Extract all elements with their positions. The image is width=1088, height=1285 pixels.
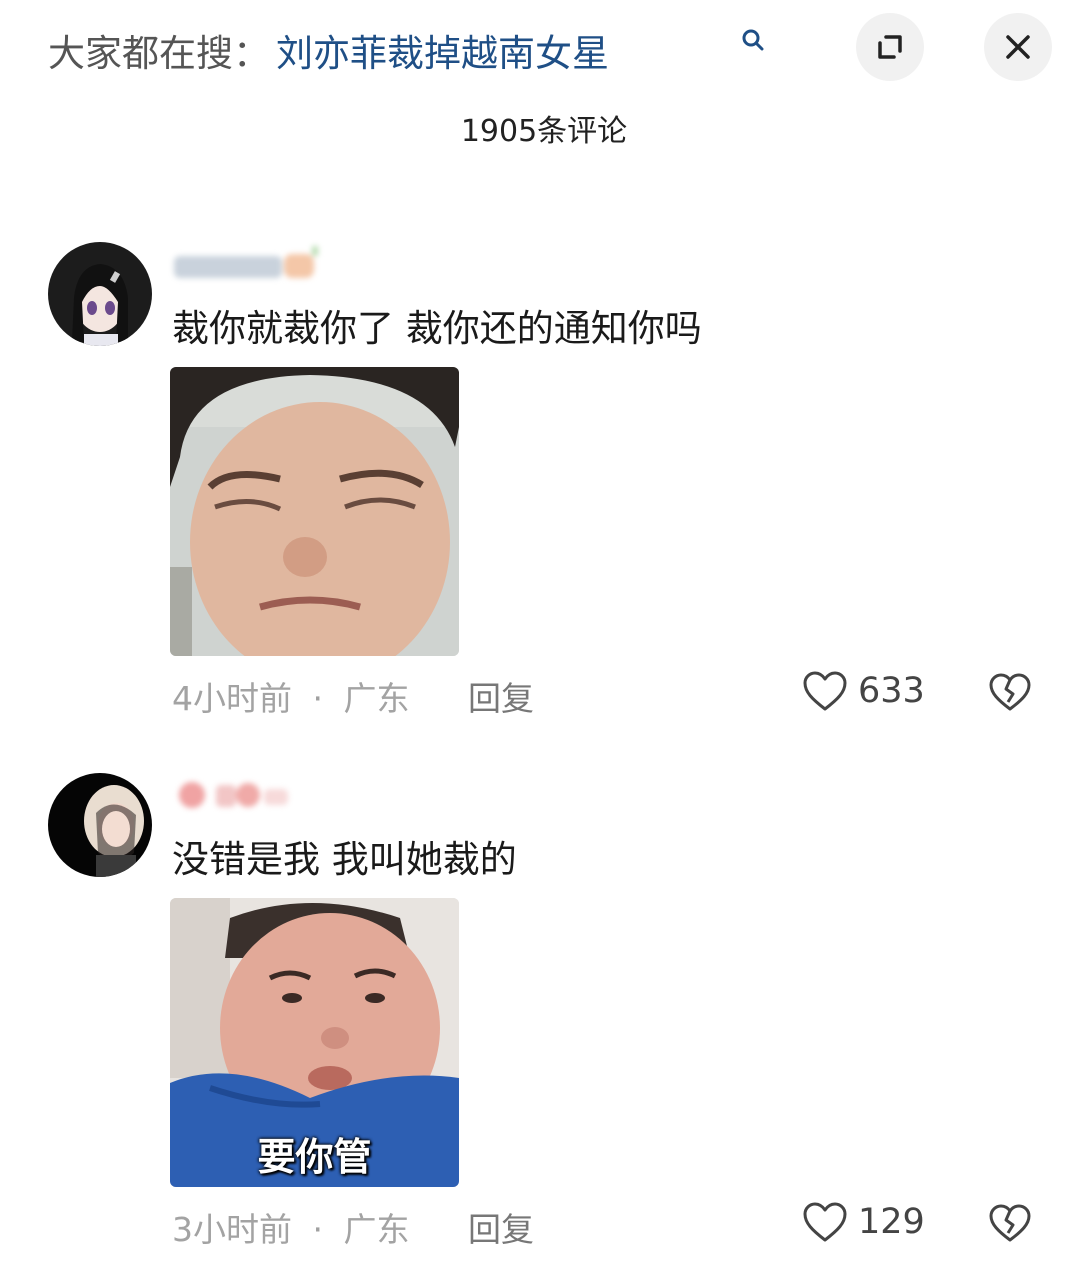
username-redacted bbox=[172, 773, 382, 813]
sticker-caption: 要你管 bbox=[257, 1135, 372, 1179]
heart-outline-icon bbox=[803, 671, 847, 711]
meta-separator: · bbox=[312, 1210, 324, 1249]
trending-search-bar[interactable]: 大家都在搜： 刘亦菲裁掉越南女星 bbox=[48, 22, 609, 78]
dislike-button[interactable] bbox=[988, 1203, 1032, 1247]
comment-meta: 3小时前 · 广东 回复 bbox=[172, 1203, 534, 1251]
expand-icon bbox=[878, 35, 902, 59]
dislike-button[interactable] bbox=[988, 672, 1032, 716]
heart-outline-icon bbox=[803, 1202, 847, 1242]
like-button[interactable]: 129 bbox=[802, 1201, 925, 1243]
comment-text: 裁你就裁你了 裁你还的通知你吗 bbox=[172, 307, 702, 350]
trending-search-prefix: 大家都在搜： bbox=[48, 32, 270, 75]
comment-sticker-image[interactable]: 要你管 bbox=[170, 898, 459, 1187]
comment-sticker-image[interactable] bbox=[170, 367, 459, 656]
comment-region: 广东 bbox=[343, 679, 410, 718]
expand-button[interactable] bbox=[856, 13, 924, 81]
search-icon[interactable] bbox=[738, 26, 768, 56]
reply-button[interactable]: 回复 bbox=[468, 1210, 534, 1249]
meta-separator: · bbox=[312, 679, 324, 718]
comment-time: 4小时前 bbox=[172, 679, 292, 718]
like-count: 633 bbox=[858, 671, 925, 711]
comment-count: 1905条评论 bbox=[460, 114, 628, 149]
broken-heart-icon bbox=[989, 1204, 1031, 1242]
username-redacted bbox=[172, 242, 382, 282]
comment-region: 广东 bbox=[343, 1210, 410, 1249]
comment-text: 没错是我 我叫她裁的 bbox=[172, 838, 517, 881]
avatar[interactable] bbox=[48, 242, 152, 346]
trending-search-query[interactable]: 刘亦菲裁掉越南女星 bbox=[276, 23, 609, 77]
comments-panel: 大家都在搜： 刘亦菲裁掉越南女星 1905条评论 裁你就裁你了 裁你还的通知你吗… bbox=[0, 0, 1088, 1285]
close-button[interactable] bbox=[984, 13, 1052, 81]
avatar[interactable] bbox=[48, 773, 152, 877]
close-icon bbox=[1006, 35, 1030, 59]
reply-button[interactable]: 回复 bbox=[468, 679, 534, 718]
like-count: 129 bbox=[858, 1202, 925, 1242]
broken-heart-icon bbox=[989, 673, 1031, 711]
comment-meta: 4小时前 · 广东 回复 bbox=[172, 672, 534, 720]
like-button[interactable]: 633 bbox=[802, 670, 925, 712]
comment-time: 3小时前 bbox=[172, 1210, 292, 1249]
